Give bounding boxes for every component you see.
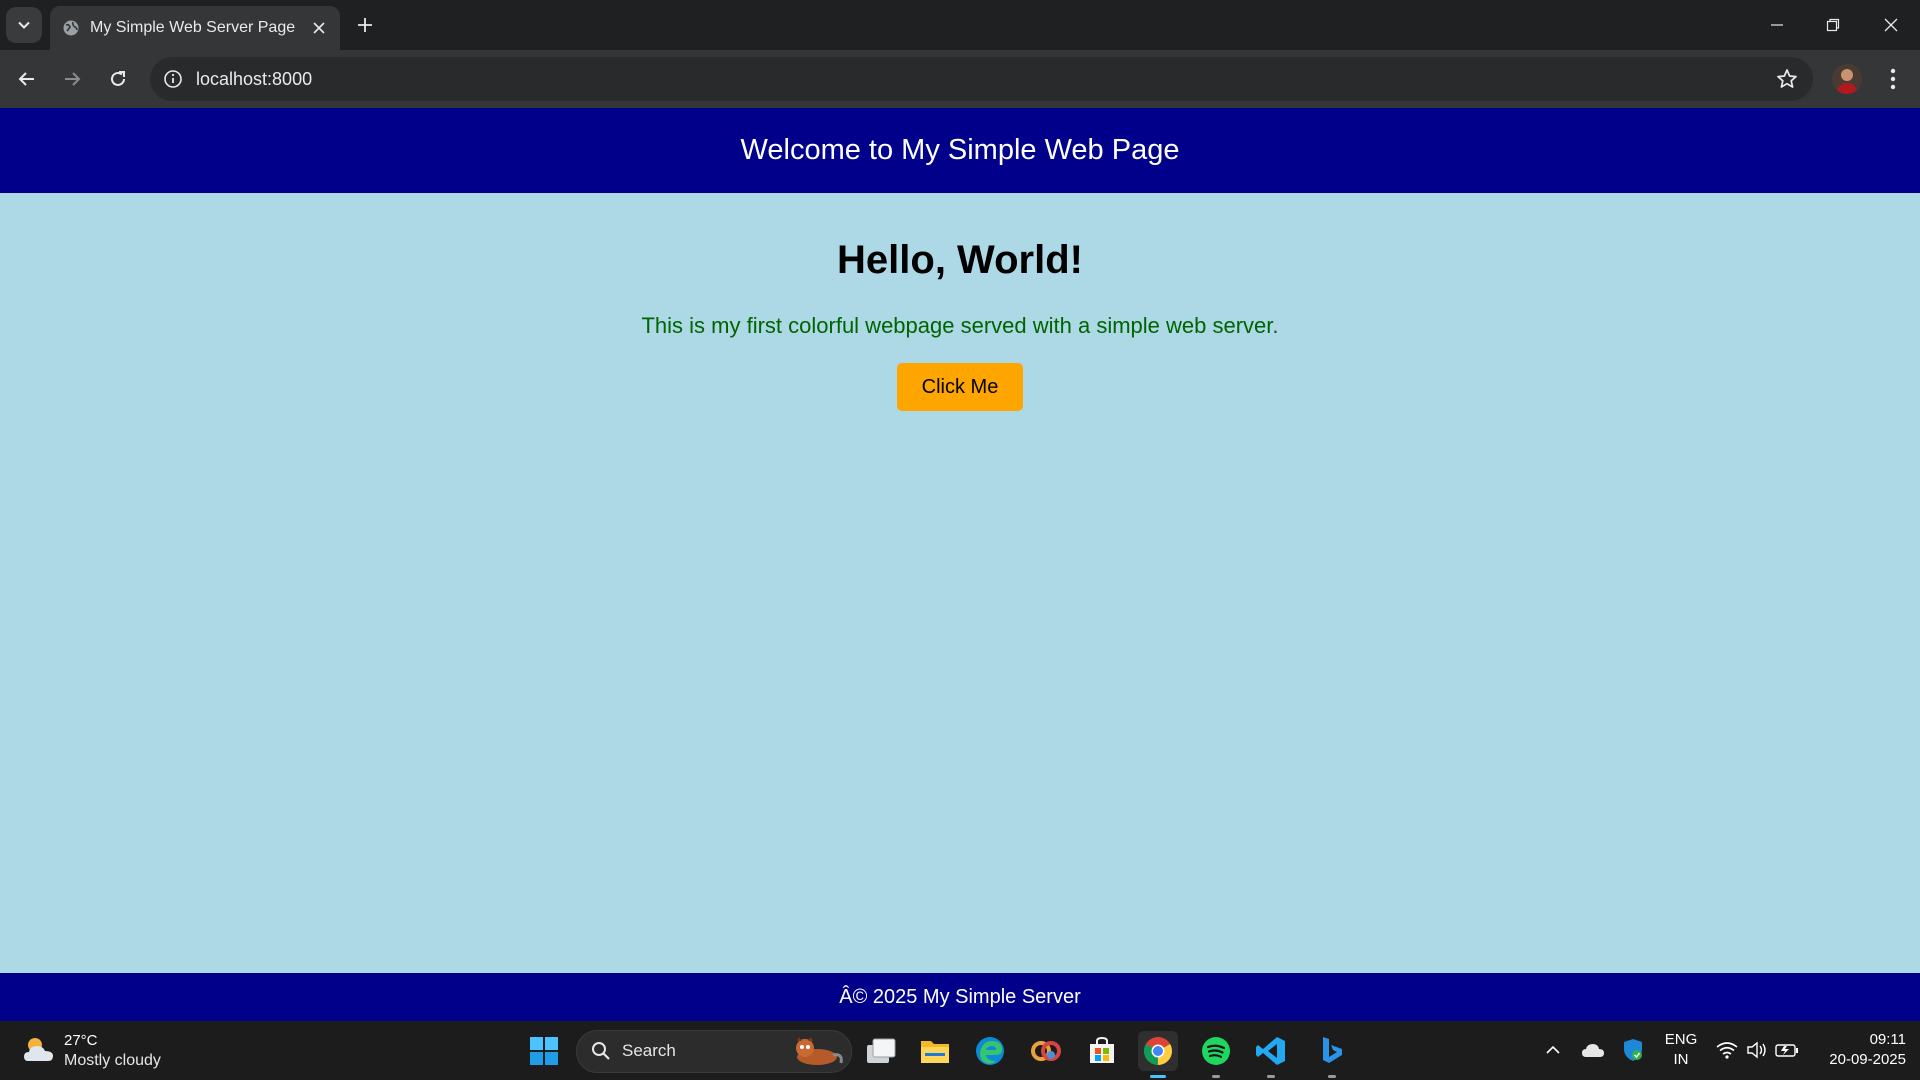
restore-icon <box>1826 18 1840 32</box>
tab-search-button[interactable] <box>6 7 42 43</box>
browser-tab-bar: My Simple Web Server Page <box>0 0 1920 50</box>
close-window-button[interactable] <box>1876 10 1906 40</box>
taskbar-copilot[interactable] <box>1026 1031 1066 1071</box>
bing-icon <box>1323 1037 1342 1063</box>
new-tab-button[interactable] <box>353 13 377 37</box>
active-indicator <box>1150 1075 1166 1078</box>
arrow-left-icon <box>18 72 34 86</box>
taskbar-vscode[interactable] <box>1251 1031 1291 1078</box>
back-button[interactable] <box>12 64 42 94</box>
tray-onedrive[interactable] <box>1580 1035 1606 1065</box>
taskbar-search[interactable]: Search <box>576 1030 852 1073</box>
language-indicator[interactable]: ENG IN <box>1658 1030 1704 1070</box>
task-view-icon <box>867 1038 896 1063</box>
profile-avatar[interactable] <box>1832 64 1862 94</box>
search-icon <box>592 1042 610 1060</box>
volume-icon <box>1747 1041 1766 1059</box>
running-indicator <box>1328 1075 1336 1078</box>
site-info-icon[interactable] <box>162 68 184 90</box>
browser-menu-button[interactable] <box>1880 64 1906 94</box>
store-icon <box>1090 1036 1114 1063</box>
taskbar: 27°C Mostly cloudy Search ENG IN 09:11 2… <box>0 1021 1920 1080</box>
tray-overflow-button[interactable] <box>1540 1035 1566 1065</box>
system-clock[interactable]: 09:11 20-09-2025 <box>1810 1030 1906 1070</box>
weather-condition: Mostly cloudy <box>64 1052 161 1069</box>
taskbar-microsoft-store[interactable] <box>1082 1031 1122 1071</box>
language-code: ENG <box>1664 1031 1698 1048</box>
tray-security[interactable] <box>1620 1035 1646 1065</box>
click-me-button[interactable]: Click Me <box>897 363 1023 411</box>
page-header: Welcome to My Simple Web Page <box>0 108 1920 193</box>
header-title: Welcome to My Simple Web Page <box>740 134 1180 166</box>
tray-volume[interactable] <box>1744 1035 1770 1065</box>
search-label: Search <box>622 1041 676 1060</box>
edge-icon <box>976 1037 1004 1065</box>
taskbar-edge[interactable] <box>970 1031 1010 1071</box>
more-vertical-icon <box>1890 68 1896 90</box>
avatar-icon <box>1832 64 1862 94</box>
weather-temperature: 27°C <box>64 1032 98 1049</box>
plus-icon <box>358 18 372 32</box>
browser-toolbar: localhost:8000 <box>0 50 1920 108</box>
tab-title: My Simple Web Server Page <box>90 19 296 36</box>
browser-tab-active[interactable]: My Simple Web Server Page <box>50 6 340 50</box>
close-icon <box>313 22 325 34</box>
chrome-icon <box>1144 1037 1172 1065</box>
copilot-icon <box>1031 1041 1061 1061</box>
taskbar-spotify[interactable] <box>1196 1031 1236 1078</box>
page-heading: Hello, World! <box>837 238 1083 282</box>
chevron-down-icon <box>18 21 30 29</box>
reload-button[interactable] <box>103 64 133 94</box>
minimize-button[interactable] <box>1762 10 1792 40</box>
intro-text: This is my first colorful webpage served… <box>641 313 1279 338</box>
taskbar-chrome[interactable] <box>1138 1031 1178 1078</box>
footer-text: Â© 2025 My Simple Server <box>839 985 1081 1008</box>
bookmark-star-icon[interactable] <box>1775 67 1799 91</box>
arrow-right-icon <box>65 72 81 86</box>
tab-close-button[interactable] <box>308 17 330 39</box>
address-bar[interactable]: localhost:8000 <box>150 57 1813 101</box>
address-url[interactable]: localhost:8000 <box>196 69 312 90</box>
taskbar-bing[interactable] <box>1312 1031 1352 1078</box>
windows-icon <box>530 1037 558 1065</box>
taskbar-task-view[interactable] <box>861 1031 901 1071</box>
battery-icon <box>1775 1044 1798 1057</box>
taskbar-file-explorer[interactable] <box>915 1031 955 1071</box>
reload-icon <box>111 71 125 86</box>
minimize-icon <box>1771 24 1783 26</box>
clock-time: 09:11 <box>1869 1031 1906 1048</box>
tray-battery[interactable] <box>1774 1035 1800 1065</box>
red-panda-icon <box>796 1037 843 1065</box>
restore-button[interactable] <box>1818 10 1848 40</box>
chevron-up-icon <box>1546 1045 1560 1054</box>
cloudy-weather-icon <box>24 1038 53 1061</box>
vscode-icon <box>1256 1037 1285 1065</box>
running-indicator <box>1212 1075 1220 1078</box>
wifi-icon <box>1716 1042 1738 1059</box>
weather-widget[interactable]: 27°C Mostly cloudy <box>22 1029 182 1073</box>
globe-icon <box>63 20 79 36</box>
region-code: IN <box>1673 1051 1689 1068</box>
shield-icon <box>1624 1039 1642 1061</box>
running-indicator <box>1267 1075 1275 1078</box>
forward-button[interactable] <box>57 64 87 94</box>
tray-wifi[interactable] <box>1714 1035 1740 1065</box>
cloud-icon <box>1582 1044 1604 1057</box>
clock-date: 20-09-2025 <box>1829 1051 1906 1068</box>
close-icon <box>1884 18 1898 32</box>
folder-icon <box>921 1041 949 1063</box>
spotify-icon <box>1202 1037 1230 1065</box>
page-footer: Â© 2025 My Simple Server <box>0 973 1920 1021</box>
web-page: Welcome to My Simple Web Page Hello, Wor… <box>0 108 1920 1021</box>
start-button[interactable] <box>524 1031 564 1071</box>
